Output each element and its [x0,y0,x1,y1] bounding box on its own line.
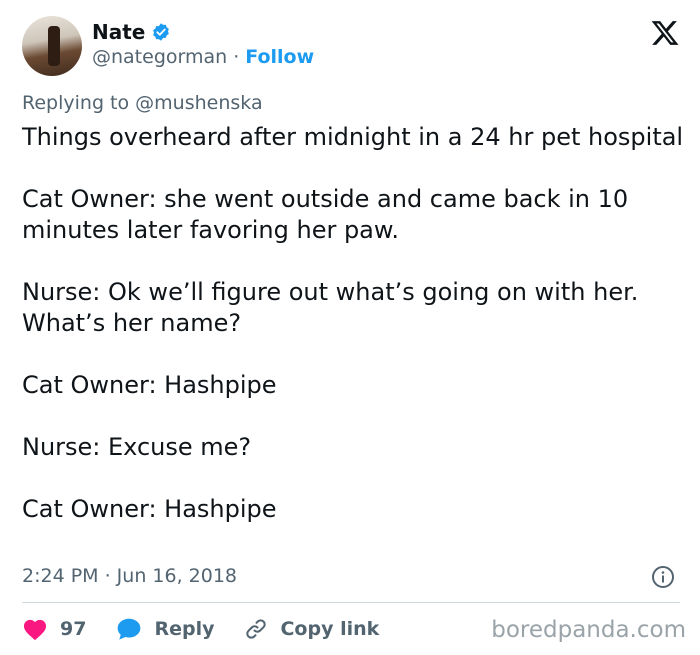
tweet-paragraph: Cat Owner: she went outside and came bac… [22,185,629,244]
handle-separator: · [233,46,240,68]
verified-badge-icon [153,23,170,41]
tweet-header: Nate @nategorman · Follow [22,16,680,80]
follow-button[interactable]: Follow [245,46,314,68]
tweet-text: Things overheard after midnight in a 24 … [22,122,692,556]
replying-to-mention[interactable]: @mushenska [135,92,262,114]
copy-link-button[interactable]: Copy link [244,617,379,641]
info-icon[interactable] [651,565,675,589]
author-handle-row: @nategorman · Follow [92,46,314,68]
like-button[interactable]: 97 [22,617,86,641]
avatar[interactable] [22,16,82,76]
reply-bubble-icon [118,618,141,640]
tweet-paragraph: Nurse: Excuse me? [22,433,252,461]
copy-link-label: Copy link [280,618,380,640]
tweet-paragraph: Cat Owner: Hashpipe [22,495,277,523]
author-handle[interactable]: @nategorman [92,46,227,68]
reply-button[interactable]: Reply [116,617,214,641]
author-name[interactable]: Nate [92,20,145,44]
author-name-row: Nate [92,20,171,44]
tweet-paragraph: Things overheard after midnight in a 24 … [22,123,684,151]
heart-icon [23,619,47,641]
divider [22,602,680,603]
replying-to-label: Replying to [22,92,130,114]
x-logo-icon[interactable] [650,18,680,48]
watermark: boredpanda.com [491,617,686,643]
tweet-paragraph: Cat Owner: Hashpipe [22,371,277,399]
tweet-paragraph: Nurse: Ok we’ll figure out what’s going … [22,278,639,337]
reply-label: Reply [154,618,215,640]
link-icon [246,619,267,639]
tweet-timestamp[interactable]: 2:24 PM · Jun 16, 2018 [22,565,237,587]
like-count: 97 [60,618,87,640]
replying-to: Replying to @mushenska [22,92,263,114]
